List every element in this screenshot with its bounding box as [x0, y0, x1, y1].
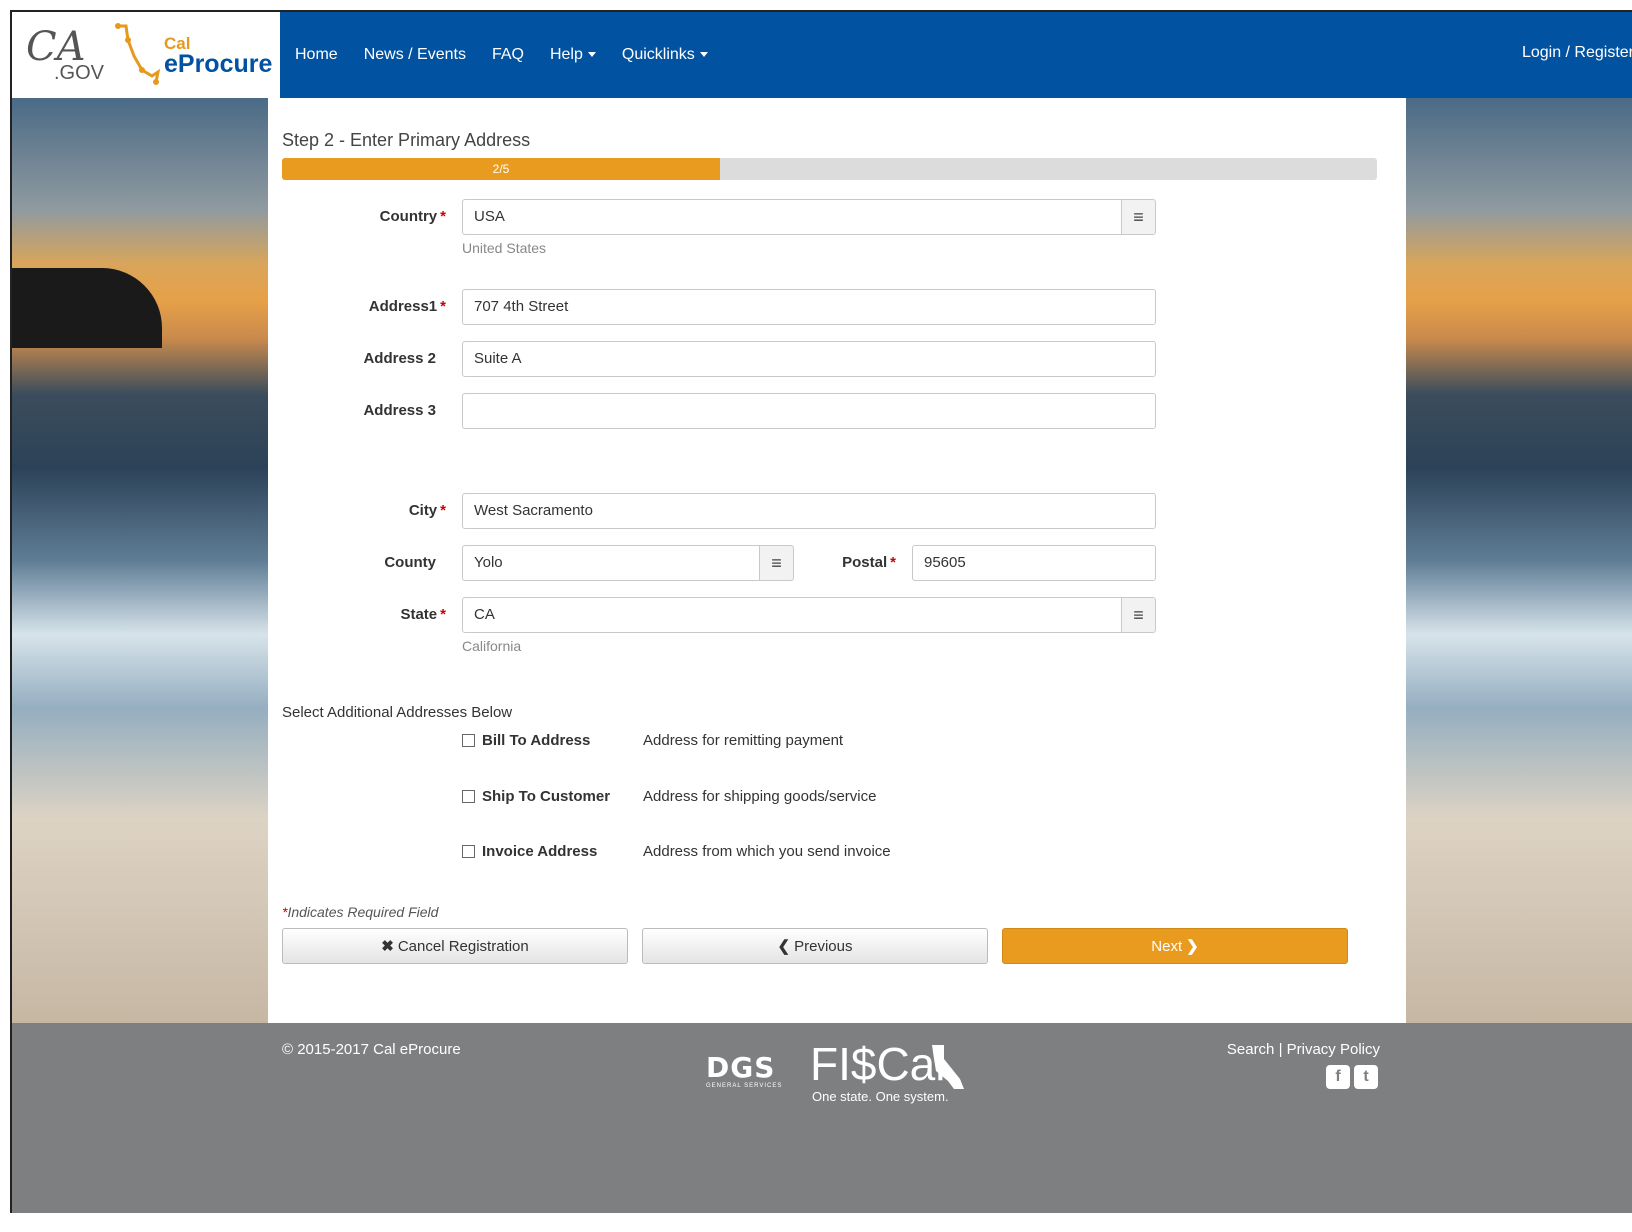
county-input[interactable]: Yolo	[462, 545, 760, 581]
progress-fill: 2/5	[282, 158, 720, 180]
social-links: f t	[1326, 1065, 1378, 1089]
invoice-option[interactable]: Invoice Address	[462, 843, 597, 860]
required-marker: *	[440, 298, 446, 315]
postal-label-text: Postal	[842, 554, 888, 571]
address2-input[interactable]: Suite A	[462, 341, 1156, 377]
registration-panel: Step 2 - Enter Primary Address 2/5 Count…	[268, 98, 1406, 1023]
facebook-icon[interactable]: f	[1326, 1065, 1350, 1089]
gov-logo-text: .GOV	[54, 62, 105, 84]
state-input[interactable]: CA	[462, 597, 1122, 633]
chevron-left-icon: ❮	[777, 938, 791, 955]
nav-quicklinks-label: Quicklinks	[621, 46, 695, 63]
country-input[interactable]: USA	[462, 199, 1122, 235]
county-label: County	[384, 554, 436, 571]
footer-links[interactable]: Search | Privacy Policy	[1227, 1041, 1380, 1058]
country-hint: United States	[462, 240, 547, 256]
close-icon: ✖	[381, 938, 394, 955]
cancel-registration-button[interactable]: ✖ Cancel Registration	[282, 928, 628, 964]
chevron-down-icon	[699, 52, 708, 58]
previous-button[interactable]: ❮ Previous	[642, 928, 988, 964]
address1-input[interactable]: 707 4th Street	[462, 289, 1156, 325]
fiscal-logo: FI$Cal	[810, 1038, 946, 1090]
state-hint: California	[462, 638, 522, 654]
address3-input[interactable]	[462, 393, 1156, 429]
nav-quicklinks[interactable]: Quicklinks	[622, 46, 708, 64]
step-title: Step 2 - Enter Primary Address	[282, 130, 531, 150]
site-logo[interactable]: CA .GOV Cal eProcure	[12, 12, 280, 98]
address1-label: Address1 *	[286, 298, 446, 315]
ship-to-checkbox[interactable]	[462, 790, 475, 803]
previous-label: Previous	[794, 937, 853, 955]
additional-addresses-label: Select Additional Addresses Below	[282, 704, 513, 721]
required-marker: *	[440, 606, 446, 623]
main-nav: Home News / Events FAQ Help Quicklinks	[295, 12, 708, 98]
ship-to-option[interactable]: Ship To Customer	[462, 788, 610, 805]
nav-faq[interactable]: FAQ	[492, 46, 524, 64]
footer: © 2015-2017 Cal eProcure DGS GENERAL SER…	[12, 1023, 1632, 1213]
copyright-text: © 2015-2017 Cal eProcure	[282, 1041, 461, 1058]
invoice-description: Address from which you send invoice	[643, 843, 891, 860]
state-lookup-button[interactable]: ≡	[1121, 597, 1156, 633]
bill-to-checkbox[interactable]	[462, 734, 475, 747]
nav-news-events[interactable]: News / Events	[364, 46, 466, 64]
required-field-note: *Indicates Required Field	[282, 904, 438, 920]
app-frame: CA .GOV Cal eProcure Home News / Events …	[10, 10, 1632, 1213]
state-label-text: State	[400, 606, 438, 623]
country-label-text: Country	[379, 208, 438, 225]
dgs-logo: DGS	[706, 1051, 776, 1084]
postal-input[interactable]: 95605	[912, 545, 1156, 581]
rock-silhouette	[12, 268, 162, 348]
nav-help[interactable]: Help	[550, 46, 596, 64]
required-marker: *	[440, 502, 446, 519]
bill-to-label[interactable]: Bill To Address	[482, 732, 590, 749]
nav-help-label: Help	[549, 46, 583, 63]
city-input[interactable]: West Sacramento	[462, 493, 1156, 529]
dgs-logo-subtitle: GENERAL SERVICES	[706, 1083, 783, 1089]
chevron-right-icon: ❯	[1186, 938, 1199, 955]
eprocure-logo-text: eProcure	[164, 50, 273, 78]
list-icon: ≡	[1133, 206, 1144, 227]
country-label: Country *	[286, 208, 446, 225]
login-register-link[interactable]: Login / Register	[1522, 44, 1632, 62]
required-note-text: Indicates Required Field	[287, 904, 439, 920]
fiscal-tagline: One state. One system.	[812, 1089, 949, 1104]
address2-label: Address 2	[363, 350, 436, 367]
ship-to-label[interactable]: Ship To Customer	[482, 788, 610, 805]
state-label: State *	[286, 606, 446, 623]
country-lookup-button[interactable]: ≡	[1121, 199, 1156, 235]
postal-label: Postal *	[736, 554, 896, 571]
bill-to-description: Address for remitting payment	[643, 732, 844, 749]
next-label: Next	[1151, 937, 1183, 955]
chevron-down-icon	[587, 52, 596, 58]
invoice-label[interactable]: Invoice Address	[482, 843, 597, 860]
invoice-checkbox[interactable]	[462, 845, 475, 858]
cancel-registration-label: Cancel Registration	[397, 937, 529, 955]
top-header: CA .GOV Cal eProcure Home News / Events …	[12, 12, 1632, 98]
progress-bar: 2/5	[282, 158, 1377, 180]
address3-label: Address 3	[363, 402, 436, 419]
address1-label-text: Address1	[368, 298, 438, 315]
required-marker: *	[890, 554, 896, 571]
california-state-icon	[932, 1045, 964, 1089]
constellation-icon	[115, 23, 160, 85]
next-button[interactable]: Next ❯	[1002, 928, 1348, 964]
city-label: City *	[286, 502, 446, 519]
required-marker: *	[440, 208, 446, 225]
twitter-icon[interactable]: t	[1354, 1065, 1378, 1089]
nav-home[interactable]: Home	[295, 46, 338, 64]
bill-to-option[interactable]: Bill To Address	[462, 732, 590, 749]
city-label-text: City	[408, 502, 438, 519]
ship-to-description: Address for shipping goods/service	[643, 788, 877, 805]
list-icon: ≡	[1133, 604, 1144, 625]
